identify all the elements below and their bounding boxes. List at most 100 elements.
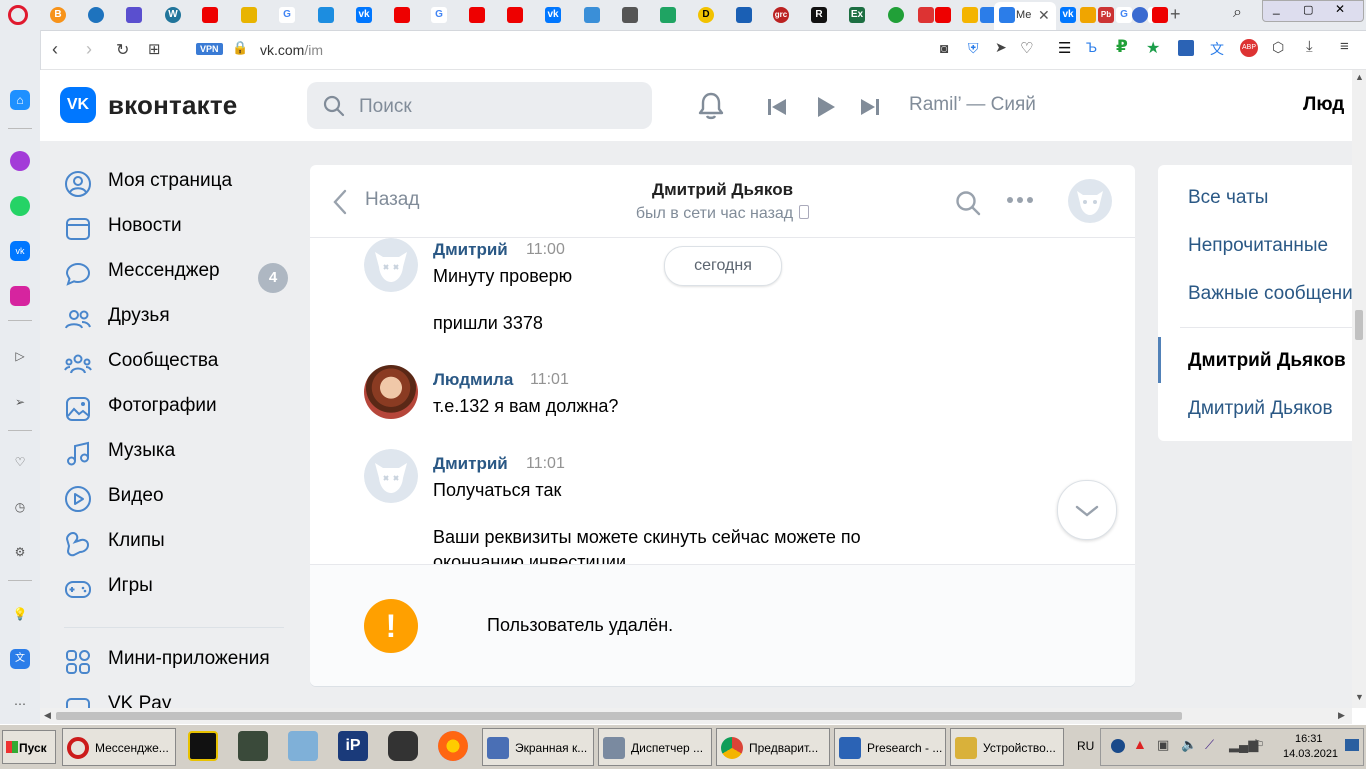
youtube-tab-icon[interactable] xyxy=(469,7,485,23)
settings-icon[interactable]: ⚙ xyxy=(10,542,30,562)
player-icon[interactable]: ▷ xyxy=(10,346,30,366)
excel-tab-icon[interactable]: Ex xyxy=(849,7,865,23)
extension-icon[interactable]: ☰ xyxy=(1058,39,1071,57)
sidebar-item-6[interactable]: Музыка xyxy=(64,432,294,472)
document-tab-icon[interactable] xyxy=(622,7,638,23)
monitor-app-icon[interactable] xyxy=(238,731,268,761)
taskbar-button-devices[interactable]: Устройство... xyxy=(950,728,1064,766)
pb-tab-icon[interactable]: Pb xyxy=(1098,7,1114,23)
scroll-up-arrow-icon[interactable]: ▲ xyxy=(1355,72,1364,82)
send-icon[interactable]: ➤ xyxy=(995,39,1007,56)
url-field[interactable]: vk.com/im xyxy=(260,42,323,58)
ludmila-avatar[interactable] xyxy=(364,365,418,419)
grc-tab-icon[interactable]: grc xyxy=(773,7,789,23)
sidebar-item-7[interactable]: Видео xyxy=(64,477,294,517)
tray-app-icon[interactable] xyxy=(1111,739,1125,753)
mountain-tab-icon[interactable] xyxy=(126,7,142,23)
back-nav-icon[interactable]: ‹ xyxy=(52,39,58,60)
horizontal-scrollbar[interactable]: ◀ ▶ xyxy=(40,708,1352,724)
filter-important[interactable]: Важные сообщения xyxy=(1188,283,1352,305)
warning-tray-icon[interactable]: ▲ xyxy=(1133,736,1147,752)
message-time[interactable]: 11:01 xyxy=(530,371,569,389)
sidebar-item-4[interactable]: Сообщества xyxy=(64,342,294,382)
firefox-icon[interactable] xyxy=(438,731,468,761)
youtube-tab-icon[interactable] xyxy=(1152,7,1168,23)
vertical-scrollbar-thumb[interactable] xyxy=(1355,310,1363,340)
chat-item[interactable]: Дмитрий Дьяков xyxy=(1188,398,1333,420)
taskbar-button-presearch[interactable]: Presearch - ... xyxy=(834,728,946,766)
device-tray-icon[interactable]: ▣ xyxy=(1157,737,1169,753)
tab-search-icon[interactable]: ⌕ xyxy=(1233,4,1242,22)
profile-name[interactable]: Люд xyxy=(1303,94,1344,116)
more-options-icon[interactable] xyxy=(1006,196,1034,204)
google-tab-icon[interactable]: G xyxy=(431,7,447,23)
camera-icon[interactable]: ◙ xyxy=(940,40,948,56)
sidebar-item-9[interactable]: Игры xyxy=(64,567,294,607)
language-indicator[interactable]: RU xyxy=(1077,739,1094,753)
scroll-left-arrow-icon[interactable]: ◀ xyxy=(44,710,51,721)
previous-track-icon[interactable] xyxy=(767,98,787,116)
pdf-tab-icon[interactable] xyxy=(918,7,934,23)
translate-sidebar-icon[interactable]: 文 xyxy=(10,649,30,669)
heart-icon[interactable]: ♡ xyxy=(10,452,30,472)
scroll-to-bottom-button[interactable] xyxy=(1057,480,1117,540)
wordpress-tab-icon[interactable]: W xyxy=(165,7,181,23)
runner-tab-icon[interactable] xyxy=(318,7,334,23)
translate-extension-icon[interactable]: Ъ xyxy=(1086,39,1097,55)
shield-tab-icon[interactable] xyxy=(241,7,257,23)
taskbar-button-keyboard[interactable]: Экранная к... xyxy=(482,728,594,766)
taskbar-button-task-manager[interactable]: Диспетчер ... xyxy=(598,728,712,766)
adblock-icon[interactable]: ABP xyxy=(1240,39,1258,57)
ruble-extension-icon[interactable]: ₽ xyxy=(1116,37,1128,57)
close-tab-icon[interactable]: ✕ xyxy=(1038,7,1050,24)
sidebar-item-1[interactable]: Новости xyxy=(64,207,294,247)
now-playing-track[interactable]: Ramil’ — Сияй xyxy=(909,94,1036,116)
volume-icon[interactable]: 🔈 xyxy=(1181,737,1197,753)
reload-icon[interactable]: ↻ xyxy=(116,40,129,60)
sidebar-item-5[interactable]: Фотографии xyxy=(64,387,294,427)
chat-item-active[interactable]: Дмитрий Дьяков xyxy=(1188,350,1346,372)
sidebar-item-11[interactable]: VK Pay xyxy=(64,685,294,708)
menu-icon[interactable]: ≡ xyxy=(1340,38,1349,55)
youtube-tab-icon[interactable] xyxy=(202,7,218,23)
next-track-icon[interactable] xyxy=(860,98,880,116)
search-box[interactable] xyxy=(307,82,652,131)
start-button[interactable]: Пуск xyxy=(2,730,56,764)
mining-app-icon[interactable] xyxy=(188,731,218,761)
peer-avatar-icon[interactable] xyxy=(1068,179,1112,223)
taskbar-button-chrome[interactable]: Предварит... xyxy=(716,728,830,766)
youtube-tab-icon[interactable] xyxy=(507,7,523,23)
youtube-tab-icon[interactable] xyxy=(935,7,951,23)
close-window-icon[interactable]: ✕ xyxy=(1335,2,1345,16)
r-tab-icon[interactable]: R xyxy=(811,7,827,23)
wave-tab-icon[interactable] xyxy=(736,7,752,23)
play-icon[interactable] xyxy=(815,96,837,118)
horizontal-scrollbar-thumb[interactable] xyxy=(56,712,1182,720)
forward-nav-icon[interactable]: › xyxy=(86,39,92,60)
ip-app-icon[interactable]: iP xyxy=(338,731,368,761)
pb-tab-icon[interactable] xyxy=(1080,7,1096,23)
tabs-grid-icon[interactable]: ⊞ xyxy=(148,40,161,58)
filter-unread[interactable]: Непрочитанные xyxy=(1188,235,1328,257)
drive-tab-icon[interactable] xyxy=(660,7,676,23)
desktop-icon[interactable] xyxy=(1345,739,1359,751)
more-icon[interactable]: ⋯ xyxy=(10,694,30,714)
clock-tab-icon[interactable] xyxy=(1132,7,1148,23)
search-input[interactable] xyxy=(357,82,641,131)
vk-sidebar-icon[interactable]: vk xyxy=(10,241,30,261)
message-time[interactable]: 11:00 xyxy=(526,241,565,259)
scroll-down-arrow-icon[interactable]: ▼ xyxy=(1355,692,1364,702)
translate-icon[interactable]: 文 xyxy=(1210,39,1224,59)
mail-tab-icon[interactable] xyxy=(962,7,978,23)
lightbulb-icon[interactable]: 💡 xyxy=(10,604,30,624)
ghost-app-icon[interactable] xyxy=(388,731,418,761)
minimize-icon[interactable]: _ xyxy=(1273,1,1280,15)
message-time[interactable]: 11:01 xyxy=(526,455,565,473)
tool-tab-icon[interactable] xyxy=(584,7,600,23)
sidebar-item-10[interactable]: Мини-приложения xyxy=(64,640,294,680)
taskbar-button-opera[interactable]: Мессендже... xyxy=(62,728,176,766)
vk-tab-icon[interactable]: vk xyxy=(545,7,561,23)
vertical-scrollbar[interactable]: ▲ ▼ xyxy=(1352,70,1366,708)
bitcoin-tab-icon[interactable]: B xyxy=(50,7,66,23)
shield-check-icon[interactable]: ⛨ xyxy=(968,40,979,57)
